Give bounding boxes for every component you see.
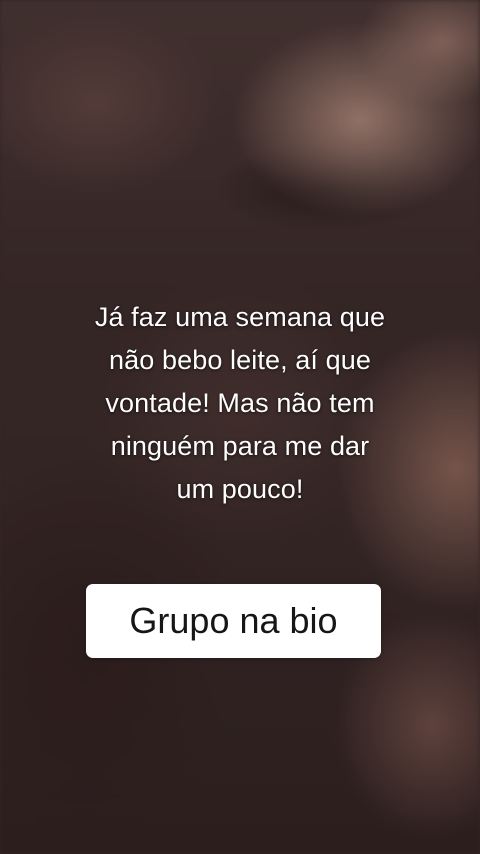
caption-line: ninguém para me dar xyxy=(110,431,370,461)
overlay-caption: Já faz uma semana que não bebo leite, aí… xyxy=(40,296,440,511)
group-in-bio-label: Grupo na bio xyxy=(129,600,338,641)
caption-line: não bebo leite, aí que xyxy=(109,345,371,375)
group-in-bio-button[interactable]: Grupo na bio xyxy=(86,584,381,658)
video-frame: Já faz uma semana que não bebo leite, aí… xyxy=(0,0,480,854)
caption-line: um pouco! xyxy=(176,474,304,504)
caption-line: vontade! Mas não tem xyxy=(105,388,375,418)
caption-line: Já faz uma semana que xyxy=(94,302,386,332)
